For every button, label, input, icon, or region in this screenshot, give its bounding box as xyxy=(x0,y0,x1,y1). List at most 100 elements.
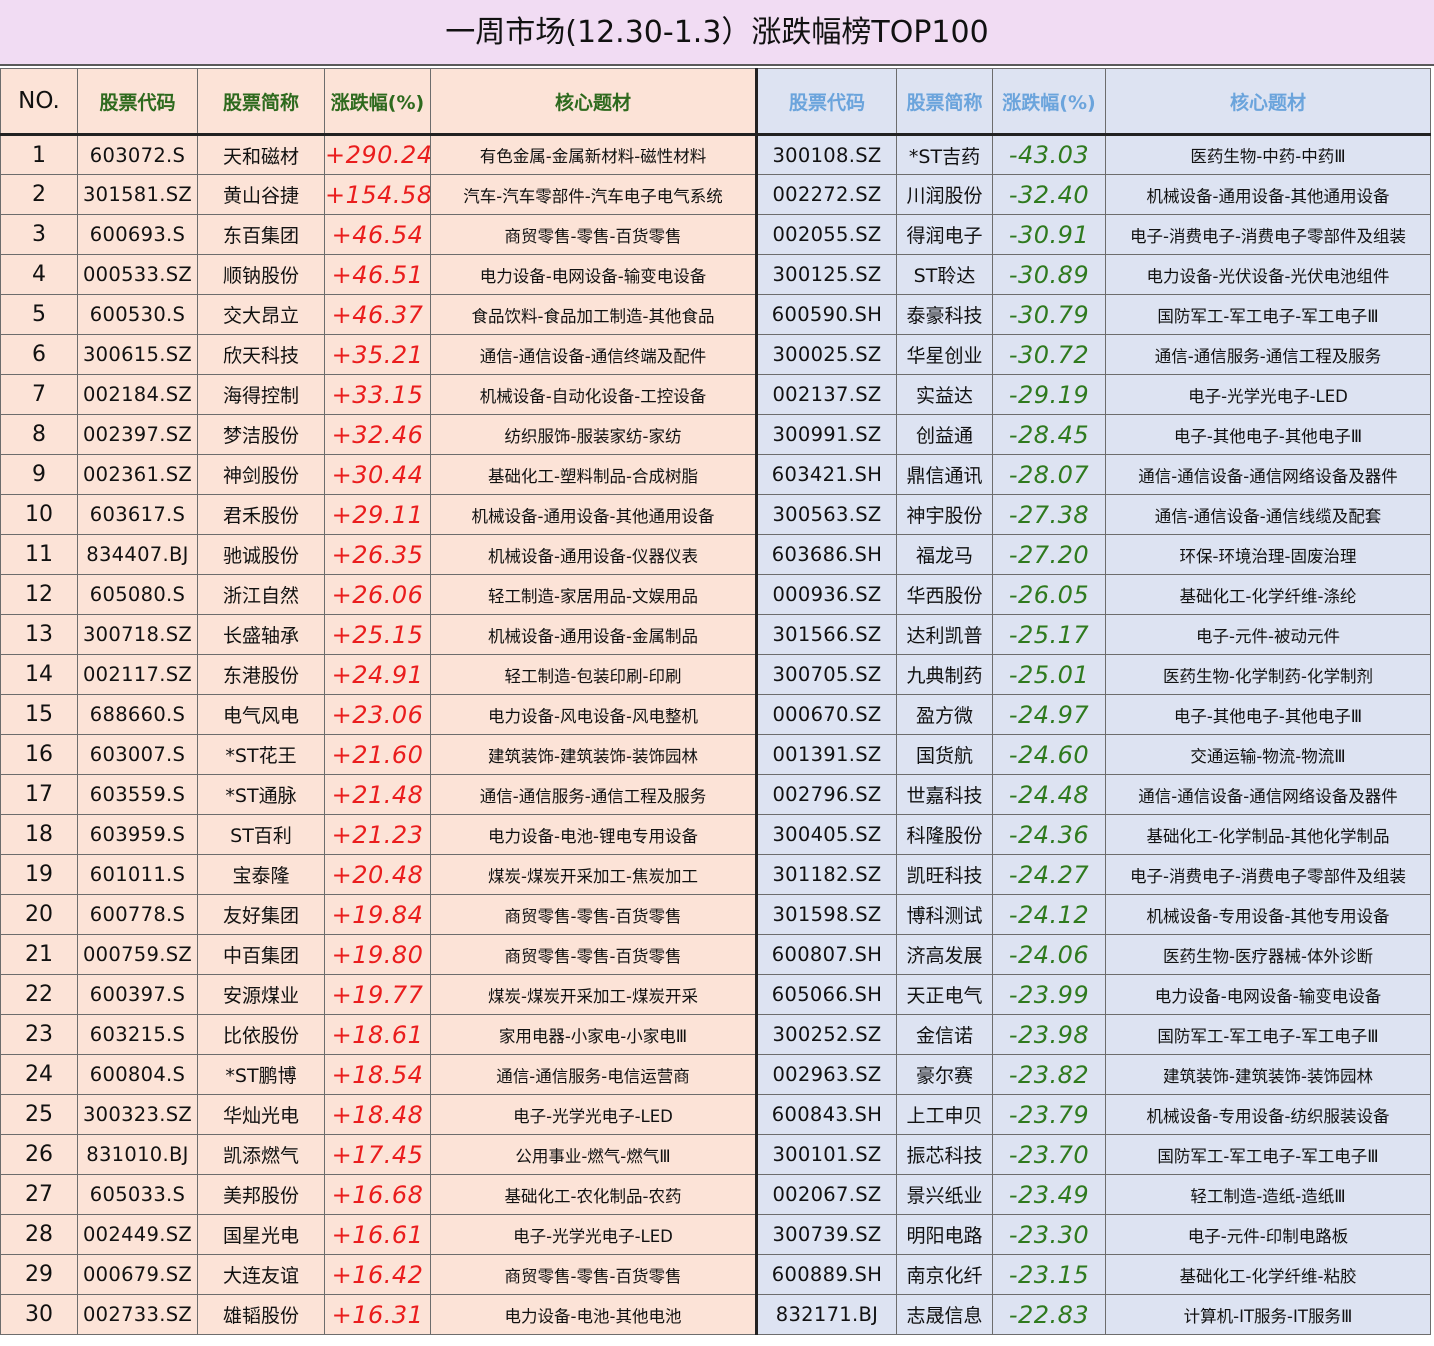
gain-stock-name: 凯添燃气 xyxy=(197,1134,325,1175)
loss-stock-code: 300101.SZ xyxy=(756,1134,897,1175)
loss-change-pct: -24.97 xyxy=(992,694,1106,735)
loss-core-theme: 医药生物-医疗器械-体外诊断 xyxy=(1105,934,1431,975)
gain-change-pct: +18.61 xyxy=(324,1014,431,1055)
gain-stock-name: 梦洁股份 xyxy=(197,414,325,455)
row-number: 1 xyxy=(0,134,78,175)
gain-stock-name: 海得控制 xyxy=(197,374,325,415)
gain-stock-name: 雄韬股份 xyxy=(197,1294,325,1335)
loss-stock-code: 605066.SH xyxy=(756,974,897,1015)
gain-stock-name: 国星光电 xyxy=(197,1214,325,1255)
table-row: 4 000533.SZ 顺钠股份 +46.51 电力设备-电网设备-输变电设备 30012… xyxy=(0,254,1431,295)
loss-change-pct: -27.38 xyxy=(992,494,1106,535)
gain-core-theme: 通信-通信服务-电信运营商 xyxy=(430,1054,758,1095)
table-row: 6 300615.SZ 欣天科技 +35.21 通信-通信设备-通信终端及配件 30002… xyxy=(0,334,1431,375)
gain-core-theme: 电子-光学光电子-LED xyxy=(430,1214,758,1255)
gain-stock-name: *ST通脉 xyxy=(197,774,325,815)
loss-stock-code: 600889.SH xyxy=(756,1254,897,1295)
row-number: 20 xyxy=(0,894,78,935)
gain-change-pct: +35.21 xyxy=(324,334,431,375)
gain-core-theme: 商贸零售-零售-百货零售 xyxy=(430,894,758,935)
loss-stock-name: 盈方微 xyxy=(896,694,993,735)
gain-stock-name: 黄山谷捷 xyxy=(197,174,325,215)
loss-stock-code: 832171.BJ xyxy=(756,1294,897,1335)
gain-stock-code: 000533.SZ xyxy=(77,254,198,295)
loss-change-pct: -28.07 xyxy=(992,454,1106,495)
gain-stock-code: 600397.S xyxy=(77,974,198,1015)
row-number: 9 xyxy=(0,454,78,495)
table-row: 20 600778.S 友好集团 +19.84 商贸零售-零售-百货零售 301598.S… xyxy=(0,894,1431,935)
table-row: 26 831010.BJ 凯添燃气 +17.45 公用事业-燃气-燃气Ⅲ 300101.S… xyxy=(0,1134,1431,1175)
loss-core-theme: 轻工制造-造纸-造纸Ⅲ xyxy=(1105,1174,1431,1215)
gain-change-pct: +16.42 xyxy=(324,1254,431,1295)
loss-stock-code: 300563.SZ xyxy=(756,494,897,535)
gain-change-pct: +46.51 xyxy=(324,254,431,295)
loss-core-theme: 国防军工-军工电子-军工电子Ⅲ xyxy=(1105,1134,1431,1175)
loss-core-theme: 电子-元件-被动元件 xyxy=(1105,614,1431,655)
row-number: 24 xyxy=(0,1054,78,1095)
gain-stock-code: 603959.S xyxy=(77,814,198,855)
page-title: 一周市场(12.30-1.3）涨跌幅榜TOP100 xyxy=(0,0,1434,66)
loss-stock-code: 002067.SZ xyxy=(756,1174,897,1215)
loss-core-theme: 国防军工-军工电子-军工电子Ⅲ xyxy=(1105,294,1431,335)
gain-stock-name: 中百集团 xyxy=(197,934,325,975)
row-number: 27 xyxy=(0,1174,78,1215)
gain-stock-code: 301581.SZ xyxy=(77,174,198,215)
gain-stock-code: 002361.SZ xyxy=(77,454,198,495)
loss-change-pct: -24.06 xyxy=(992,934,1106,975)
gain-stock-name: 驰诚股份 xyxy=(197,534,325,575)
loss-stock-code: 300991.SZ xyxy=(756,414,897,455)
loss-core-theme: 电子-光学光电子-LED xyxy=(1105,374,1431,415)
loss-change-pct: -23.15 xyxy=(992,1254,1106,1295)
gain-stock-name: 友好集团 xyxy=(197,894,325,935)
row-number: 30 xyxy=(0,1294,78,1335)
loss-core-theme: 基础化工-化学纤维-粘胶 xyxy=(1105,1254,1431,1295)
loss-stock-name: 济高发展 xyxy=(896,934,993,975)
gain-stock-code: 603617.S xyxy=(77,494,198,535)
loss-stock-code: 300739.SZ xyxy=(756,1214,897,1255)
gain-stock-name: 华灿光电 xyxy=(197,1094,325,1135)
row-number: 23 xyxy=(0,1014,78,1055)
gain-change-pct: +26.35 xyxy=(324,534,431,575)
table-row: 14 002117.SZ 东港股份 +24.91 轻工制造-包装印刷-印刷 300705.… xyxy=(0,654,1431,695)
loss-change-pct: -29.19 xyxy=(992,374,1106,415)
gain-stock-name: 美邦股份 xyxy=(197,1174,325,1215)
gain-change-pct: +19.84 xyxy=(324,894,431,935)
loss-change-pct: -23.49 xyxy=(992,1174,1106,1215)
loss-core-theme: 通信-通信设备-通信网络设备及器件 xyxy=(1105,454,1431,495)
table-body: 1 603072.S 天和磁材 +290.24 有色金属-金属新材料-磁性材料 30010… xyxy=(0,134,1431,1335)
gain-stock-name: *ST花王 xyxy=(197,734,325,775)
gain-stock-code: 688660.S xyxy=(77,694,198,735)
gain-stock-code: 605033.S xyxy=(77,1174,198,1215)
table-row: 19 601011.S 宝泰隆 +20.48 煤炭-煤炭开采加工-焦炭加工 301182.… xyxy=(0,854,1431,895)
row-number: 19 xyxy=(0,854,78,895)
loss-change-pct: -24.27 xyxy=(992,854,1106,895)
header-loss-change: 涨跌幅(%) xyxy=(992,68,1106,136)
table-row: 24 600804.S *ST鹏博 +18.54 通信-通信服务-电信运营商 002963… xyxy=(0,1054,1431,1095)
loss-stock-name: 明阳电路 xyxy=(896,1214,993,1255)
gain-core-theme: 通信-通信服务-通信工程及服务 xyxy=(430,774,758,815)
loss-core-theme: 环保-环境治理-固废治理 xyxy=(1105,534,1431,575)
gain-stock-name: 安源煤业 xyxy=(197,974,325,1015)
gain-core-theme: 通信-通信设备-通信终端及配件 xyxy=(430,334,758,375)
gain-change-pct: +46.54 xyxy=(324,214,431,255)
gain-stock-code: 603559.S xyxy=(77,774,198,815)
table-row: 29 000679.SZ 大连友谊 +16.42 商贸零售-零售-百货零售 600889.… xyxy=(0,1254,1431,1295)
gain-change-pct: +29.11 xyxy=(324,494,431,535)
table-row: 22 600397.S 安源煤业 +19.77 煤炭-煤炭开采加工-煤炭开采 605066… xyxy=(0,974,1431,1015)
table-row: 12 605080.S 浙江自然 +26.06 轻工制造-家居用品-文娱用品 000936… xyxy=(0,574,1431,615)
header-row: NO. 股票代码 股票简称 涨跌幅(%) 核心题材 股票代码 股票简称 涨跌幅(… xyxy=(0,68,1431,136)
loss-core-theme: 机械设备-专用设备-其他专用设备 xyxy=(1105,894,1431,935)
table-row: 30 002733.SZ 雄韬股份 +16.31 电力设备-电池-其他电池 832171.… xyxy=(0,1294,1431,1335)
gain-change-pct: +20.48 xyxy=(324,854,431,895)
loss-change-pct: -30.89 xyxy=(992,254,1106,295)
gain-core-theme: 机械设备-通用设备-金属制品 xyxy=(430,614,758,655)
loss-core-theme: 机械设备-通用设备-其他通用设备 xyxy=(1105,174,1431,215)
gain-stock-name: 欣天科技 xyxy=(197,334,325,375)
loss-stock-code: 000936.SZ xyxy=(756,574,897,615)
row-number: 5 xyxy=(0,294,78,335)
loss-stock-name: 川润股份 xyxy=(896,174,993,215)
gain-stock-name: ST百利 xyxy=(197,814,325,855)
table-row: 18 603959.S ST百利 +21.23 电力设备-电池-锂电专用设备 300405… xyxy=(0,814,1431,855)
gain-stock-code: 002449.SZ xyxy=(77,1214,198,1255)
loss-core-theme: 电力设备-光伏设备-光伏电池组件 xyxy=(1105,254,1431,295)
